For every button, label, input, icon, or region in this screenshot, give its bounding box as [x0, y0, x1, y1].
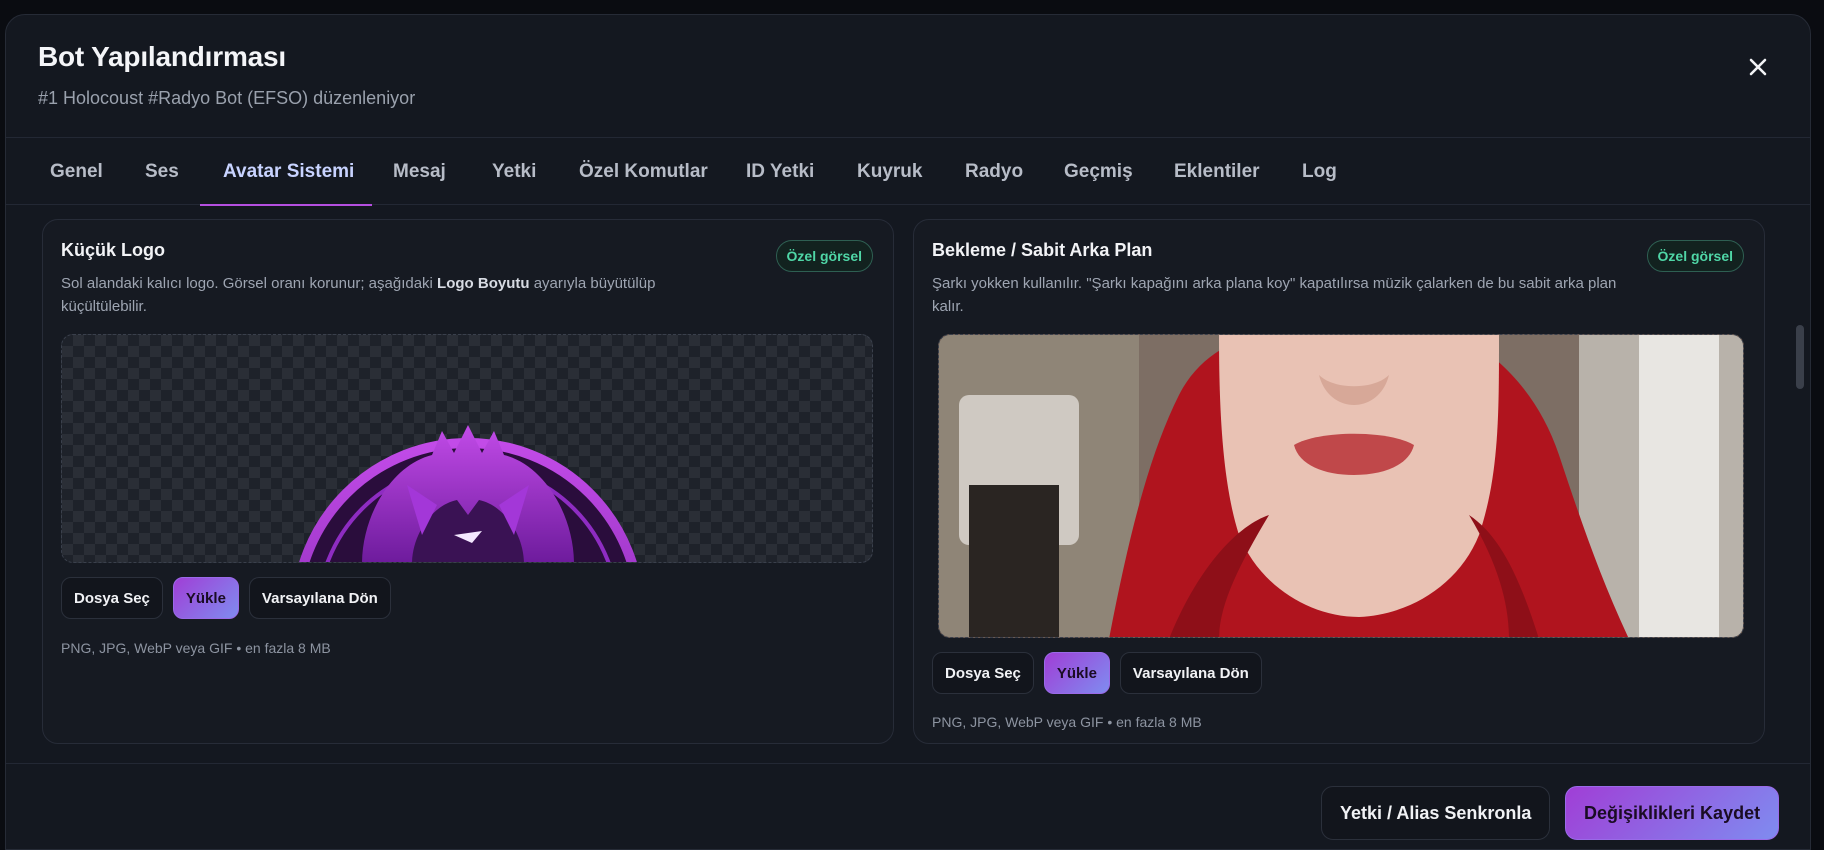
choose-file-button[interactable]: Dosya Seç — [932, 652, 1034, 694]
card-title: Bekleme / Sabit Arka Plan — [932, 240, 1153, 260]
sync-permissions-button[interactable]: Yetki / Alias Senkronla — [1321, 786, 1551, 840]
tab-radyo[interactable]: Radyo — [965, 138, 1023, 206]
tab-gecmis[interactable]: Geçmiş — [1064, 138, 1133, 206]
modal-header: Bot Yapılandırması #1 Holocoust #Radyo B… — [6, 15, 1810, 137]
file-hint: PNG, JPG, WebP veya GIF • en fazla 8 MB — [61, 640, 331, 656]
tab-kuyruk[interactable]: Kuyruk — [857, 138, 922, 206]
tab-eklentiler[interactable]: Eklentiler — [1174, 138, 1260, 206]
tab-ozel-komutlar[interactable]: Özel Komutlar — [579, 138, 708, 206]
status-badge: Özel görsel — [1646, 240, 1744, 272]
choose-file-button[interactable]: Dosya Seç — [61, 577, 163, 619]
tab-content: Küçük Logo Özel görsel Sol alandaki kalı… — [6, 205, 1810, 773]
card-description: Şarkı yokken kullanılır. "Şarkı kapağını… — [932, 275, 1617, 315]
tab-bar: Genel Ses Avatar Sistemi Mesaj Yetki Öze… — [6, 137, 1810, 206]
card-small-logo: Küçük Logo Özel görsel Sol alandaki kalı… — [42, 219, 894, 744]
portrait-photo-image — [939, 335, 1743, 637]
dragon-logo-image — [299, 425, 637, 562]
upload-button[interactable]: Yükle — [1043, 652, 1110, 694]
card-description: Sol alandaki kalıcı logo. Görsel oranı k… — [61, 275, 656, 315]
logo-actions: Dosya Seç Yükle Varsayılana Dön — [61, 577, 391, 619]
tab-avatar-sistemi[interactable]: Avatar Sistemi — [223, 138, 354, 206]
save-changes-button[interactable]: Değişiklikleri Kaydet — [1565, 786, 1780, 840]
modal-subtitle: #1 Holocoust #Radyo Bot (EFSO) düzenleni… — [38, 88, 416, 108]
card-idle-background: Bekleme / Sabit Arka Plan Özel görsel Şa… — [913, 219, 1765, 744]
tab-log[interactable]: Log — [1302, 138, 1337, 206]
file-hint: PNG, JPG, WebP veya GIF • en fazla 8 MB — [932, 714, 1202, 730]
background-preview — [938, 334, 1744, 638]
scrollbar[interactable] — [1796, 325, 1804, 389]
reset-default-button[interactable]: Varsayılana Dön — [1119, 652, 1262, 694]
tab-id-yetki[interactable]: ID Yetki — [746, 138, 814, 206]
upload-button[interactable]: Yükle — [172, 577, 239, 619]
tab-ses[interactable]: Ses — [145, 138, 179, 206]
reset-default-button[interactable]: Varsayılana Dön — [248, 577, 391, 619]
tab-genel[interactable]: Genel — [50, 138, 103, 206]
status-badge: Özel görsel — [775, 240, 873, 272]
close-button[interactable] — [1742, 51, 1774, 83]
card-title: Küçük Logo — [61, 240, 165, 260]
bot-config-modal: Bot Yapılandırması #1 Holocoust #Radyo B… — [5, 14, 1811, 850]
background-actions: Dosya Seç Yükle Varsayılana Dön — [932, 652, 1262, 694]
close-icon — [1749, 58, 1767, 76]
modal-footer: Yetki / Alias Senkronla Değişiklikleri K… — [6, 763, 1810, 849]
tab-mesaj[interactable]: Mesaj — [393, 138, 446, 206]
tab-yetki[interactable]: Yetki — [492, 138, 536, 206]
modal-title: Bot Yapılandırması — [38, 41, 286, 72]
logo-preview — [61, 334, 873, 563]
